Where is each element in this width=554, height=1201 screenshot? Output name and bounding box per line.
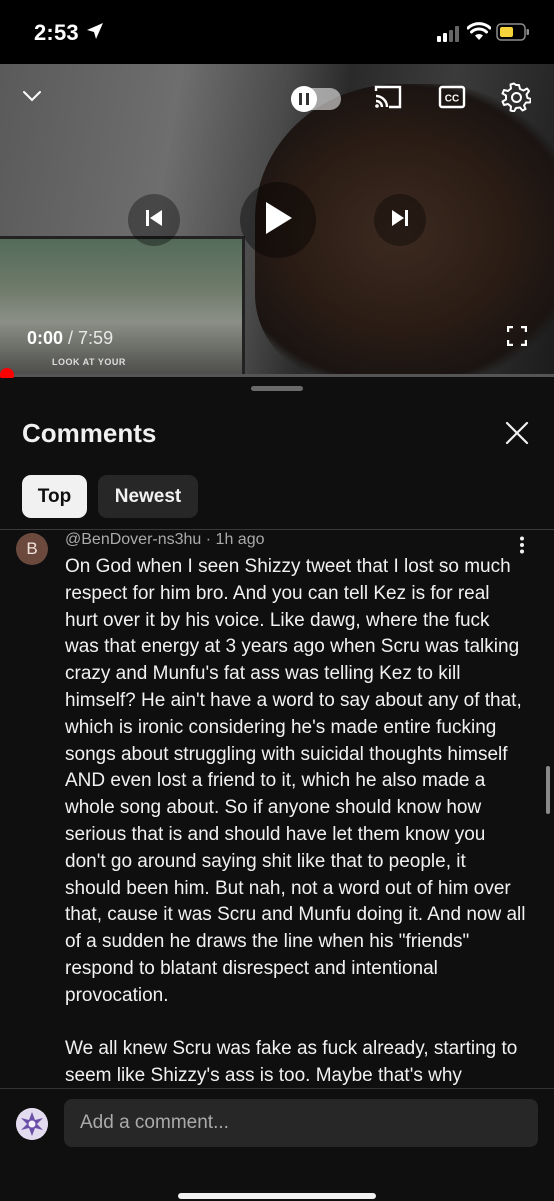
comment-composer: Add a comment... <box>0 1088 554 1201</box>
comment-age: 1h ago <box>215 531 265 548</box>
chevron-down-icon <box>22 89 42 107</box>
play-icon <box>263 201 293 240</box>
gear-icon <box>501 82 532 117</box>
previous-button[interactable] <box>128 194 180 246</box>
drag-handle[interactable] <box>251 386 303 391</box>
svg-text:CC: CC <box>445 93 459 104</box>
collapse-button[interactable] <box>18 84 46 112</box>
status-time: 2:53 <box>34 20 79 45</box>
cc-icon: CC <box>438 85 466 114</box>
comment-item: B @BenDover-ns3hu · 1h ago On God when I… <box>0 530 554 1088</box>
close-button[interactable] <box>502 418 532 448</box>
comments-panel: Comments Top Newest B @BenDover-ns3hu · … <box>0 378 554 1201</box>
add-comment-input[interactable]: Add a comment... <box>64 1099 538 1147</box>
filter-chip-newest[interactable]: Newest <box>98 475 198 518</box>
signal-icon <box>437 26 461 47</box>
next-icon <box>390 208 410 233</box>
comment-text: On God when I seen Shizzy tweet that I l… <box>65 554 527 1088</box>
meta-separator: · <box>205 531 216 548</box>
play-button[interactable] <box>240 182 316 258</box>
autoplay-toggle[interactable] <box>291 86 341 112</box>
current-time: 0:00 <box>27 328 64 348</box>
location-arrow-icon <box>86 22 104 45</box>
fullscreen-icon <box>506 325 528 351</box>
battery-icon <box>496 22 530 47</box>
comment-paragraph-1: On God when I seen Shizzy tweet that I l… <box>65 556 526 1006</box>
scrollbar[interactable] <box>546 766 550 814</box>
comment-paragraph-2: We all knew Scru was fake as fuck alread… <box>65 1038 518 1087</box>
panel-title: Comments <box>22 418 157 448</box>
captions-button[interactable]: CC <box>437 84 467 114</box>
cast-icon <box>373 84 403 115</box>
video-inset-clip: LOOK AT YOUR <box>0 236 245 374</box>
close-icon <box>502 421 532 452</box>
comment-author[interactable]: @BenDover-ns3hu <box>65 531 201 548</box>
next-button[interactable] <box>374 194 426 246</box>
status-bar: 2:53 <box>0 0 554 64</box>
time-readout: 0:00 / 7:59 <box>27 328 113 349</box>
user-avatar[interactable] <box>16 1108 48 1140</box>
fullscreen-button[interactable] <box>505 325 529 351</box>
duration: / 7:59 <box>68 328 114 348</box>
previous-icon <box>144 208 164 233</box>
cast-button[interactable] <box>372 84 404 114</box>
comment-meta: @BenDover-ns3hu · 1h ago <box>65 531 264 549</box>
settings-button[interactable] <box>500 82 532 117</box>
video-player[interactable]: LOOK AT YOUR CC 0:00 / 7:59 <box>0 64 554 374</box>
commenter-avatar[interactable]: B <box>16 533 48 565</box>
home-indicator <box>178 1193 376 1199</box>
inset-caption: LOOK AT YOUR <box>52 357 126 367</box>
wifi-icon <box>466 22 492 47</box>
filter-chip-top[interactable]: Top <box>22 475 87 518</box>
progress-bar[interactable] <box>0 374 554 377</box>
pause-icon <box>291 86 317 112</box>
